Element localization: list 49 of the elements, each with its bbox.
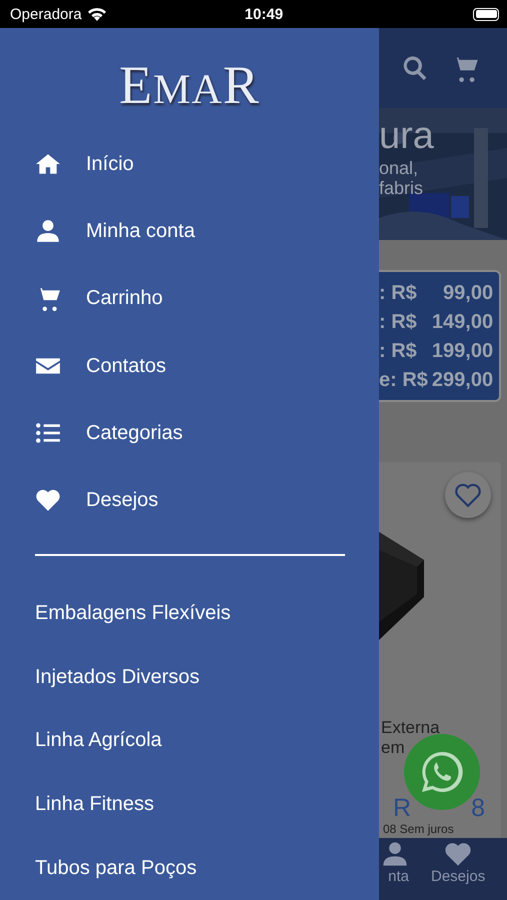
menu-label: Categorias: [86, 420, 183, 445]
product-price: 8: [471, 796, 485, 822]
banner-text: onal,: [379, 158, 420, 178]
price-value: 299,00: [432, 368, 494, 392]
battery-icon: [473, 8, 499, 20]
menu-item[interactable]: Carrinho: [0, 264, 379, 332]
product-price: R: [393, 796, 412, 822]
menu-label: Contatos: [86, 354, 166, 378]
person-icon: [381, 840, 409, 868]
heart-icon: [35, 487, 61, 514]
category-item[interactable]: Injetados Diversos: [0, 645, 379, 710]
price-label: : R$: [379, 310, 418, 334]
product-name: em: [380, 738, 406, 758]
price-label: : R$: [379, 338, 418, 362]
menu-item[interactable]: Contatos: [0, 332, 379, 400]
menu-item[interactable]: Início: [0, 130, 379, 198]
menu-item[interactable]: Minha conta: [0, 197, 379, 265]
menu-item[interactable]: Categorias: [0, 399, 379, 466]
clock-time: 10:49: [244, 6, 284, 22]
price-label: e: R$: [379, 368, 428, 392]
product-name: Externa: [380, 718, 441, 738]
price-value: 149,00: [432, 310, 494, 334]
menu-label: Desejos: [86, 488, 158, 512]
tab-item[interactable]: nta: [379, 840, 409, 885]
heart-icon: [444, 840, 472, 868]
tab-item[interactable]: Desejos: [431, 840, 486, 885]
category-item[interactable]: Linha Fitness: [0, 772, 379, 836]
carrier-name: Operadora: [10, 6, 82, 22]
menu-label: Carrinho: [86, 286, 163, 310]
person-icon: [35, 218, 61, 244]
price-value: 199,00: [432, 338, 494, 362]
product-card[interactable]: Externa em R 8 08 Sem juros: [379, 462, 501, 838]
brand-logo: EMAR: [119, 58, 260, 112]
price-value: 99,00: [442, 280, 494, 304]
search-icon[interactable]: [401, 54, 429, 82]
category-item[interactable]: Tubos para Poços: [0, 836, 379, 900]
menu-item[interactable]: Desejos: [0, 466, 379, 534]
menu-label: Minha conta: [86, 218, 195, 243]
chat-bubble-icon: [419, 749, 465, 795]
category-item[interactable]: Linha Agrícola: [0, 709, 379, 773]
price-label: : R$: [379, 280, 418, 304]
favorite-button[interactable]: [445, 472, 491, 518]
banner-title: ura: [379, 116, 435, 158]
heart-icon: [455, 482, 481, 508]
wifi-icon: [86, 6, 107, 22]
category-item[interactable]: Embalagens Flexíveis: [0, 582, 379, 646]
installment-text: 08 Sem juros: [382, 823, 455, 836]
menu-label: Início: [86, 152, 134, 176]
banner-text: fabris: [379, 178, 424, 200]
